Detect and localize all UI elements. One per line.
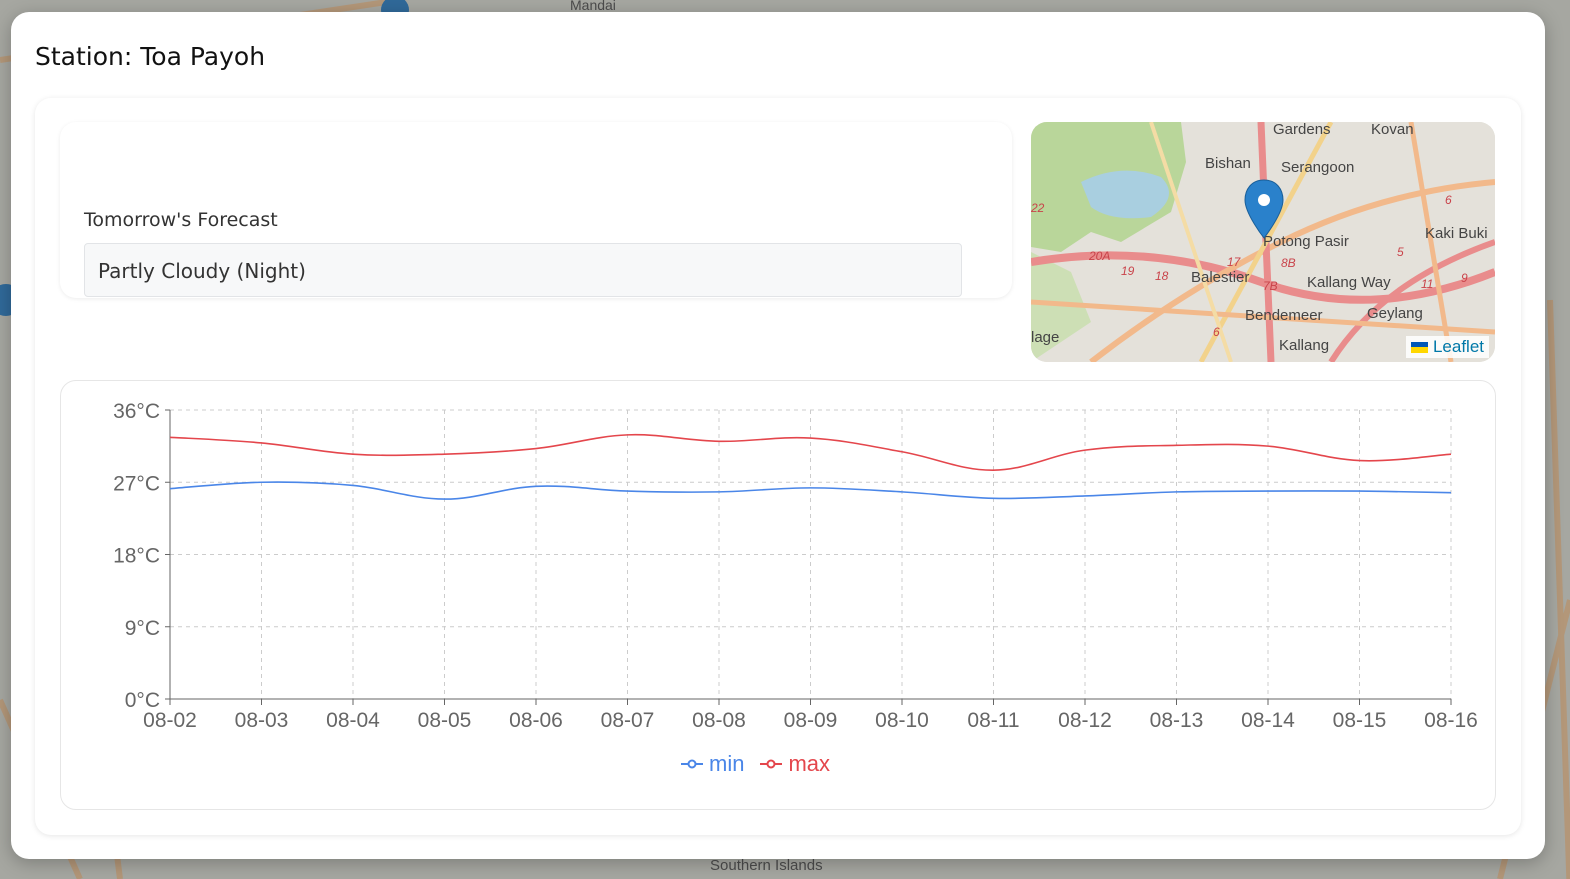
- legend-item-max[interactable]: max: [760, 751, 830, 777]
- map-label: Gardens: [1273, 122, 1331, 138]
- leaflet-attribution[interactable]: Leaflet: [1405, 336, 1489, 358]
- map-label: Kovan: [1371, 122, 1414, 138]
- map-label: Serangoon: [1281, 159, 1354, 176]
- map-road-label: 9: [1461, 271, 1468, 285]
- station-title: Station: Toa Payoh: [35, 42, 266, 71]
- map-road-label: 20A: [1088, 249, 1110, 263]
- x-tick-label: 08-04: [326, 709, 380, 732]
- map-label: Bendemeer: [1245, 307, 1323, 324]
- map-road-label: 6: [1445, 193, 1452, 207]
- legend-item-min[interactable]: min: [681, 751, 744, 777]
- legend-max-icon: [760, 759, 783, 769]
- legend-min-icon: [681, 759, 703, 769]
- y-tick-label: 9°C: [125, 617, 160, 640]
- y-tick-label: 18°C: [113, 545, 160, 568]
- x-tick-label: 08-03: [235, 709, 289, 732]
- y-tick-label: 27°C: [113, 472, 160, 495]
- map-tiles[interactable]: Gardens Kovan Bishan Serangoon Potong Pa…: [1031, 122, 1495, 362]
- map-road-label: 18: [1155, 269, 1169, 283]
- forecast-field[interactable]: Partly Cloudy (Night): [84, 243, 962, 297]
- x-tick-label: 08-14: [1241, 709, 1295, 732]
- x-tick-label: 08-12: [1058, 709, 1112, 732]
- map-label: Kallang: [1279, 337, 1329, 354]
- map-road-label: 6: [1213, 325, 1220, 339]
- station-detail-card: Tomorrow's Forecast Partly Cloudy (Night…: [35, 98, 1521, 835]
- map-label: Kaki Buki: [1425, 225, 1488, 242]
- map-road-label: 17: [1227, 255, 1242, 269]
- legend-min-label: min: [709, 751, 745, 776]
- x-tick-label: 08-08: [692, 709, 746, 732]
- x-tick-label: 08-10: [875, 709, 929, 732]
- leaflet-link[interactable]: Leaflet: [1433, 336, 1484, 358]
- x-tick-label: 08-07: [601, 709, 655, 732]
- map-label: Kallang Way: [1307, 274, 1391, 291]
- ukraine-flag-icon: [1410, 341, 1428, 353]
- map-road-label: 5: [1397, 245, 1404, 259]
- x-tick-label: 08-11: [967, 709, 1019, 732]
- chart-legend: min max: [681, 751, 830, 777]
- map-road-label: 19: [1121, 264, 1135, 278]
- forecast-card: Tomorrow's Forecast Partly Cloudy (Night…: [60, 122, 1012, 298]
- map-label: Bishan: [1205, 155, 1251, 172]
- temperature-chart: 0°C9°C18°C27°C36°C08-02 08-03 08-04 08-05 08…: [113, 400, 1478, 732]
- y-tick-label: 36°C: [113, 400, 160, 423]
- map-label: Balestier: [1191, 269, 1249, 286]
- station-modal: Station: Toa Payoh Tomorrow's Forecast P…: [11, 12, 1545, 859]
- map-road-label: 7B: [1263, 279, 1278, 293]
- map-label: lage: [1031, 329, 1059, 346]
- legend-max-label: max: [788, 751, 831, 776]
- map-label: Potong Pasir: [1263, 233, 1349, 250]
- forecast-label: Tomorrow's Forecast: [84, 209, 278, 231]
- map-road-label: 8B: [1281, 256, 1296, 270]
- map-label: Geylang: [1367, 305, 1423, 322]
- x-tick-label: 08-16: [1424, 709, 1478, 732]
- x-tick-label: 08-13: [1150, 709, 1204, 732]
- x-tick-label: 08-06: [509, 709, 563, 732]
- map-road-label: 11: [1421, 277, 1433, 291]
- x-tick-label: 08-05: [418, 709, 472, 732]
- station-map[interactable]: Gardens Kovan Bishan Serangoon Potong Pa…: [1031, 122, 1495, 362]
- x-tick-label: 08-15: [1333, 709, 1387, 732]
- x-tick-label: 08-09: [784, 709, 838, 732]
- temperature-chart-card: 0°C 9°C 18°C 27°C 36°C 08-02 08-03 08-04 08-05 08…: [60, 380, 1496, 810]
- map-road-label: 22: [1031, 201, 1045, 215]
- x-tick-label: 08-02: [143, 709, 197, 732]
